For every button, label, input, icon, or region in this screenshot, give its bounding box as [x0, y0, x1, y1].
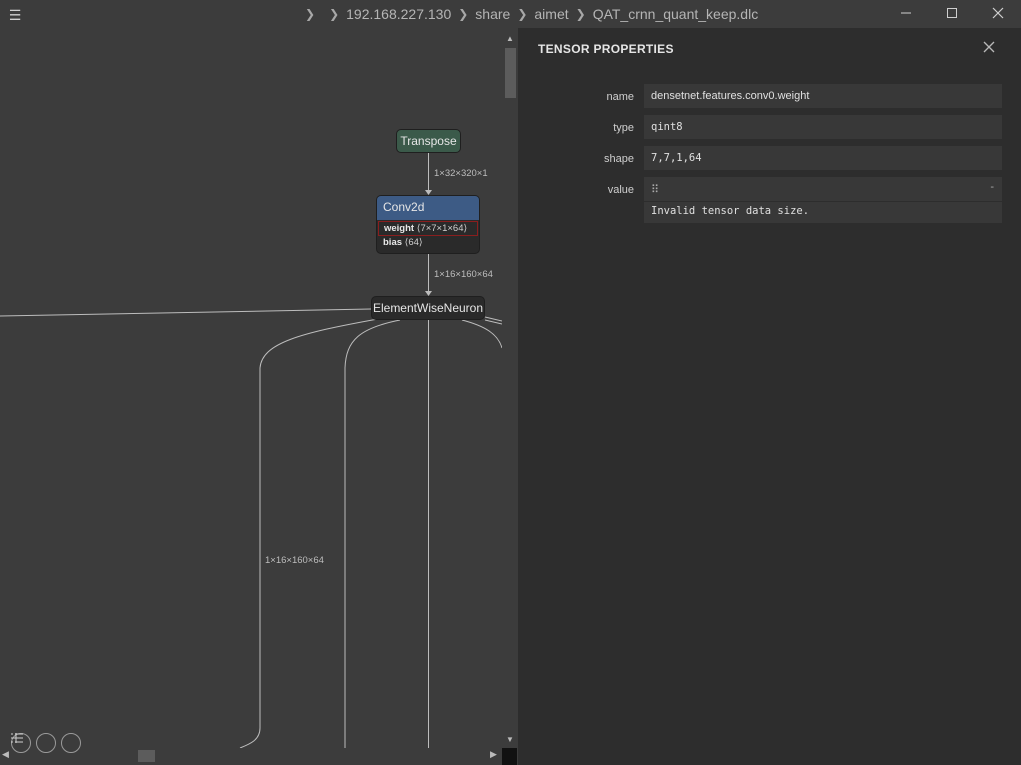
- bias-attr-name: bias: [383, 237, 403, 248]
- prop-label-shape: shape: [604, 153, 634, 165]
- minus-icon: [11, 737, 21, 739]
- prop-value-box: ⠿ - Invalid tensor data size.: [644, 177, 1002, 223]
- edge-label-transpose-conv: 1×32×320×1: [434, 168, 488, 179]
- maximize-button[interactable]: [929, 0, 975, 26]
- horizontal-scroll-thumb[interactable]: [138, 750, 155, 762]
- weight-attr-name: weight: [384, 223, 415, 234]
- zoom-out-button[interactable]: [11, 733, 81, 753]
- breadcrumb-aimet[interactable]: aimet: [534, 6, 568, 22]
- breadcrumb-file[interactable]: QAT_crnn_quant_keep.dlc: [593, 6, 759, 22]
- value-expand-toggle[interactable]: -: [990, 181, 994, 193]
- minimize-icon: [901, 12, 911, 14]
- chevron-right-icon: ❯: [305, 7, 316, 21]
- minimize-button[interactable]: [883, 0, 929, 26]
- node-transpose-label: Transpose: [400, 134, 457, 148]
- node-conv2d-title: Conv2d: [377, 196, 479, 220]
- value-error-message: Invalid tensor data size.: [651, 205, 810, 217]
- prop-label-value: value: [607, 184, 634, 196]
- scroll-left-icon[interactable]: ◀: [2, 749, 9, 760]
- scroll-down-icon[interactable]: ▼: [506, 735, 514, 744]
- breadcrumb-share[interactable]: share: [475, 6, 510, 22]
- prop-label-type: type: [613, 122, 634, 134]
- bias-attr-shape: ⟨64⟩: [404, 237, 423, 248]
- node-elementwise-neuron[interactable]: ElementWiseNeuron: [371, 296, 485, 320]
- chevron-right-icon: ❯: [517, 7, 528, 21]
- grid-dots-icon[interactable]: ⠿: [651, 183, 659, 196]
- window-controls: [883, 0, 1021, 26]
- vertical-scroll-thumb[interactable]: [505, 48, 516, 98]
- vertical-scrollbar[interactable]: ▲ ▼: [502, 32, 517, 747]
- node-elementwise-label: ElementWiseNeuron: [372, 301, 484, 315]
- chevron-right-icon: ❯: [329, 7, 340, 21]
- breadcrumb: ❯ ❯ 192.168.227.130 ❯ share ❯ aimet ❯ QA…: [298, 4, 758, 24]
- tensor-properties-panel: TENSOR PROPERTIES name densetnet.feature…: [518, 28, 1021, 765]
- scrollbar-corner: [502, 748, 517, 765]
- prop-value-type[interactable]: qint8: [644, 115, 1002, 139]
- chevron-right-icon: ❯: [458, 7, 469, 21]
- edge-branch-1: [239, 318, 379, 748]
- breadcrumb-host[interactable]: 192.168.227.130: [346, 6, 451, 22]
- node-transpose[interactable]: Transpose: [396, 129, 461, 153]
- close-window-button[interactable]: [975, 0, 1021, 26]
- graph-canvas[interactable]: Transpose 1×32×320×1 Conv2d weight ⟨7×7×…: [0, 28, 517, 765]
- prop-value-name[interactable]: densetnet.features.conv0.weight: [644, 84, 1002, 108]
- node-conv2d-weight-attr[interactable]: weight ⟨7×7×1×64⟩: [378, 221, 478, 236]
- panel-title: TENSOR PROPERTIES: [538, 42, 674, 56]
- prop-label-name: name: [606, 91, 634, 103]
- close-icon: [983, 41, 995, 53]
- edge-label-conv-elem: 1×16×160×64: [434, 269, 493, 280]
- zoom-toolbar: [11, 733, 81, 753]
- edge-branch-2: [344, 319, 401, 748]
- prop-value-shape[interactable]: 7,7,1,64: [644, 146, 1002, 170]
- close-icon: [992, 7, 1004, 19]
- zoom-in-button[interactable]: [11, 733, 56, 753]
- edge-left-long: [0, 308, 372, 317]
- scroll-right-icon[interactable]: ▶: [490, 749, 497, 760]
- edge-branch-4: [461, 319, 502, 349]
- title-bar: ☰ ❯ ❯ 192.168.227.130 ❯ share ❯ aimet ❯ …: [0, 0, 1021, 28]
- maximize-icon: [947, 8, 957, 18]
- value-divider: [644, 201, 1002, 202]
- weight-attr-shape: ⟨7×7×1×64⟩: [416, 223, 468, 234]
- node-conv2d-bias-attr[interactable]: bias ⟨64⟩: [377, 236, 479, 249]
- menu-icon[interactable]: ☰: [6, 6, 24, 24]
- edge-label-branch: 1×16×160×64: [265, 555, 324, 566]
- panel-close-button[interactable]: [983, 40, 995, 58]
- node-conv2d[interactable]: Conv2d weight ⟨7×7×1×64⟩ bias ⟨64⟩: [376, 195, 480, 254]
- scroll-up-icon[interactable]: ▲: [506, 34, 514, 43]
- chevron-right-icon: ❯: [575, 7, 586, 21]
